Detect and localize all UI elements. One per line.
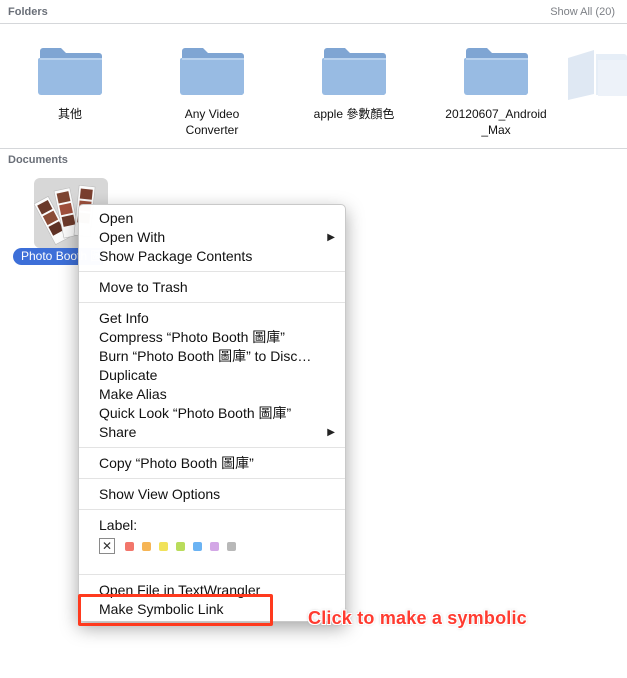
label-swatch-gray[interactable] — [227, 541, 236, 551]
menu-item-move-to-trash[interactable]: Move to Trash — [79, 278, 345, 297]
menu-separator — [79, 447, 345, 448]
label-swatch-purple[interactable] — [210, 541, 219, 551]
folder-item[interactable]: 20120607_Android _Max — [436, 40, 556, 138]
menu-item-duplicate[interactable]: Duplicate — [79, 366, 345, 385]
label-swatch-blue[interactable] — [193, 541, 202, 551]
menu-item-get-info[interactable]: Get Info — [79, 309, 345, 328]
label-swatch-orange[interactable] — [142, 541, 151, 551]
folders-title: Folders — [8, 6, 48, 18]
folder-icon — [38, 48, 102, 95]
show-all-link[interactable]: Show All (20) — [550, 6, 615, 18]
menu-item-quick-look[interactable]: Quick Look “Photo Booth 圖庫” — [79, 404, 345, 423]
label-swatch-red[interactable] — [125, 541, 134, 551]
label-swatch-green[interactable] — [176, 541, 185, 551]
folder-icon — [464, 48, 528, 95]
documents-section-header: Documents — [0, 148, 627, 172]
menu-separator — [79, 271, 345, 272]
folder-label: 其他 — [57, 107, 82, 121]
menu-item-share[interactable]: Share ▶ — [79, 423, 345, 442]
menu-separator — [79, 478, 345, 479]
menu-item-show-view-options[interactable]: Show View Options — [79, 485, 345, 504]
menu-separator — [79, 574, 345, 575]
menu-item-burn-to-disc[interactable]: Burn “Photo Booth 圖庫” to Disc… — [79, 347, 345, 366]
documents-title: Documents — [8, 154, 68, 166]
folder-item[interactable]: Any Video Converter — [152, 40, 272, 138]
menu-item-copy[interactable]: Copy “Photo Booth 圖庫” — [79, 454, 345, 473]
folder-label: 20120607_Android _Max — [445, 107, 547, 137]
menu-label-heading: Label: — [99, 517, 138, 533]
menu-separator — [79, 302, 345, 303]
annotation-highlight-box — [78, 594, 273, 626]
label-swatch-yellow[interactable] — [159, 541, 168, 551]
menu-item-make-alias[interactable]: Make Alias — [79, 385, 345, 404]
menu-item-show-package-contents[interactable]: Show Package Contents — [79, 247, 345, 266]
context-menu: Open Open With ▶ Show Package Contents Mo… — [78, 204, 346, 622]
label-none-swatch[interactable]: ✕ — [99, 538, 115, 554]
folders-section-header: Folders Show All (20) — [0, 0, 627, 24]
label-color-swatches: ✕ — [99, 538, 244, 554]
folder-label: apple 參數顏色 — [313, 107, 395, 121]
menu-item-open[interactable]: Open — [79, 209, 345, 228]
menu-item-open-with[interactable]: Open With ▶ — [79, 228, 345, 247]
submenu-arrow-icon: ▶ — [327, 232, 335, 243]
folder-icon — [180, 48, 244, 95]
folder-label: Any Video Converter — [184, 107, 240, 137]
submenu-arrow-icon: ▶ — [327, 427, 335, 438]
folder-icon — [322, 48, 386, 95]
menu-item-compress[interactable]: Compress “Photo Booth 圖庫” — [79, 328, 345, 347]
folder-icon[interactable] — [566, 46, 627, 102]
folder-item[interactable]: 其他 — [10, 40, 130, 122]
annotation-text: Click to make a symbolic — [308, 608, 527, 628]
folder-item[interactable]: apple 參數顏色 — [294, 40, 414, 122]
menu-separator — [79, 509, 345, 510]
